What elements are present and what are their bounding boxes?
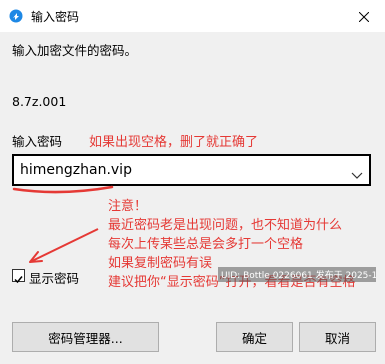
annotation-note-line-1: 注意！: [108, 199, 148, 214]
app-logo-icon: [9, 8, 23, 23]
annotation-arrowhead: [29, 251, 43, 263]
window-title: 输入密码: [31, 10, 80, 24]
annotation-arrow: [29, 228, 99, 263]
ok-button[interactable]: 确定: [216, 322, 293, 352]
watermark: UID: Bottle 0226061 发布于 2025-10-23: [218, 267, 376, 282]
dialog-prompt: 输入加密文件的密码。: [12, 43, 138, 58]
close-icon: [358, 7, 370, 26]
password-label: 输入密码: [12, 134, 63, 149]
close-button[interactable]: [343, 0, 385, 32]
check-icon: [14, 276, 23, 284]
annotation-note-line-2: 最近密码老是出现问题，也不知道为什么: [108, 218, 343, 233]
chevron-down-icon[interactable]: [351, 165, 363, 179]
annotation-hint: 如果出现空格，删了就正确了: [89, 135, 259, 150]
show-password-label[interactable]: 显示密码: [29, 268, 79, 287]
archive-filename: 8.7z.001: [12, 94, 67, 109]
annotation-note-line-3: 每次上传某些总是会多打一个空格: [108, 237, 304, 252]
password-manager-button[interactable]: 密码管理器...: [12, 322, 159, 352]
password-value[interactable]: himengzhan.vip: [20, 162, 132, 178]
password-combobox[interactable]: himengzhan.vip: [12, 154, 371, 186]
title-bar: 输入密码: [0, 0, 385, 32]
cancel-button[interactable]: 取消: [299, 322, 376, 352]
show-password-checkbox[interactable]: [12, 269, 25, 284]
annotation-note-line-4: 如果复制密码有误: [108, 256, 213, 271]
password-underline-mark: [12, 185, 114, 194]
